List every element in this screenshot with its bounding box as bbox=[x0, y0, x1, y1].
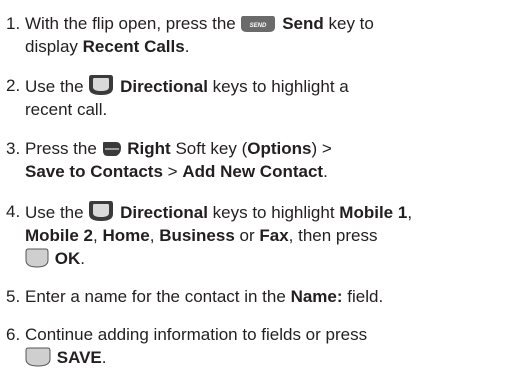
step-number: 6. bbox=[6, 325, 21, 344]
step-line: With the flip open, press the SEND Send … bbox=[25, 12, 518, 35]
step-line: OK. bbox=[25, 247, 518, 270]
step-text: , bbox=[149, 226, 155, 245]
step-text: > bbox=[167, 162, 178, 181]
step-text: Enter a name for the contact in the bbox=[25, 287, 286, 306]
step-body: Press the Right Soft key (Options) > Sav… bbox=[25, 137, 518, 183]
step-text: , then press bbox=[288, 226, 378, 245]
step-number: 2. bbox=[6, 76, 21, 95]
step-number: 4. bbox=[6, 202, 21, 221]
save-to-contacts-label: Save to Contacts bbox=[25, 162, 163, 181]
step-body: Use the Directional keys to highlight a … bbox=[25, 74, 518, 121]
step-text: recent call. bbox=[25, 100, 108, 119]
svg-text:SEND: SEND bbox=[250, 23, 267, 29]
step-text: Soft key ( bbox=[175, 139, 248, 158]
step-text: display bbox=[25, 37, 78, 56]
save-key-icon bbox=[25, 347, 51, 367]
step-line: display Recent Calls. bbox=[25, 35, 518, 58]
step-text: keys to highlight a bbox=[212, 77, 349, 96]
step-line: Use the Directional keys to highlight Mo… bbox=[25, 200, 518, 224]
directional-key-icon bbox=[88, 74, 114, 96]
directional-key-icon bbox=[88, 200, 114, 222]
step-body: Continue adding information to fields or… bbox=[25, 323, 518, 369]
step-text: Use the bbox=[25, 77, 84, 96]
step-text: With the flip open, press the bbox=[25, 14, 236, 33]
step-text: key to bbox=[328, 14, 374, 33]
add-new-contact-label: Add New Contact bbox=[182, 162, 324, 181]
step-text: , bbox=[93, 226, 98, 245]
step-line: Continue adding information to fields or… bbox=[25, 323, 518, 346]
name-field-label: Name: bbox=[290, 287, 343, 306]
step-body: With the flip open, press the SEND Send … bbox=[25, 12, 518, 58]
step-text: ) > bbox=[311, 139, 332, 158]
ok-key-icon bbox=[25, 248, 49, 268]
step-body: Enter a name for the contact in the Name… bbox=[25, 285, 518, 308]
home-label: Home bbox=[102, 226, 150, 245]
step-line: Press the Right Soft key (Options) > bbox=[25, 137, 518, 160]
step-line: Save to Contacts > Add New Contact. bbox=[25, 160, 518, 183]
fax-label: Fax bbox=[259, 226, 289, 245]
recent-calls-label: Recent Calls bbox=[82, 37, 185, 56]
options-label: Options bbox=[247, 139, 312, 158]
step-line: SAVE. bbox=[25, 346, 518, 369]
send-key-label: Send bbox=[282, 14, 324, 33]
mobile-2-label: Mobile 2 bbox=[25, 226, 94, 245]
directional-key-label: Directional bbox=[120, 77, 208, 96]
step-line: recent call. bbox=[25, 98, 518, 121]
step-text: or bbox=[239, 226, 255, 245]
step-body: Use the Directional keys to highlight Mo… bbox=[25, 200, 518, 270]
ok-key-label: OK bbox=[54, 249, 81, 268]
step-text: Continue adding information to fields or… bbox=[25, 325, 368, 344]
step-text: , bbox=[407, 203, 413, 222]
step-line: Mobile 2, Home, Business or Fax, then pr… bbox=[25, 224, 518, 247]
save-key-label: SAVE bbox=[56, 348, 102, 367]
step-text: Use the bbox=[25, 203, 84, 222]
step-text: field. bbox=[347, 287, 384, 306]
business-label: Business bbox=[159, 226, 235, 245]
mobile-1-label: Mobile 1 bbox=[339, 203, 408, 222]
step-text: . bbox=[101, 348, 107, 367]
directional-key-label: Directional bbox=[120, 203, 208, 222]
step-text: . bbox=[323, 162, 328, 181]
step-number: 5. bbox=[6, 287, 21, 306]
step-number: 3. bbox=[6, 139, 21, 158]
step-line: Use the Directional keys to highlight a bbox=[25, 74, 518, 98]
step-text: . bbox=[184, 37, 190, 56]
right-key-label: Right bbox=[127, 139, 171, 158]
step-text: . bbox=[80, 249, 85, 268]
instruction-document: 1. With the flip open, press the SEND Se… bbox=[0, 0, 518, 379]
step-number: 1. bbox=[6, 14, 21, 33]
send-key-icon: SEND bbox=[240, 15, 276, 33]
step-line: Enter a name for the contact in the Name… bbox=[25, 285, 518, 308]
right-soft-key-icon bbox=[102, 140, 122, 158]
step-text: Press the bbox=[25, 139, 97, 158]
step-text: keys to highlight bbox=[212, 203, 335, 222]
